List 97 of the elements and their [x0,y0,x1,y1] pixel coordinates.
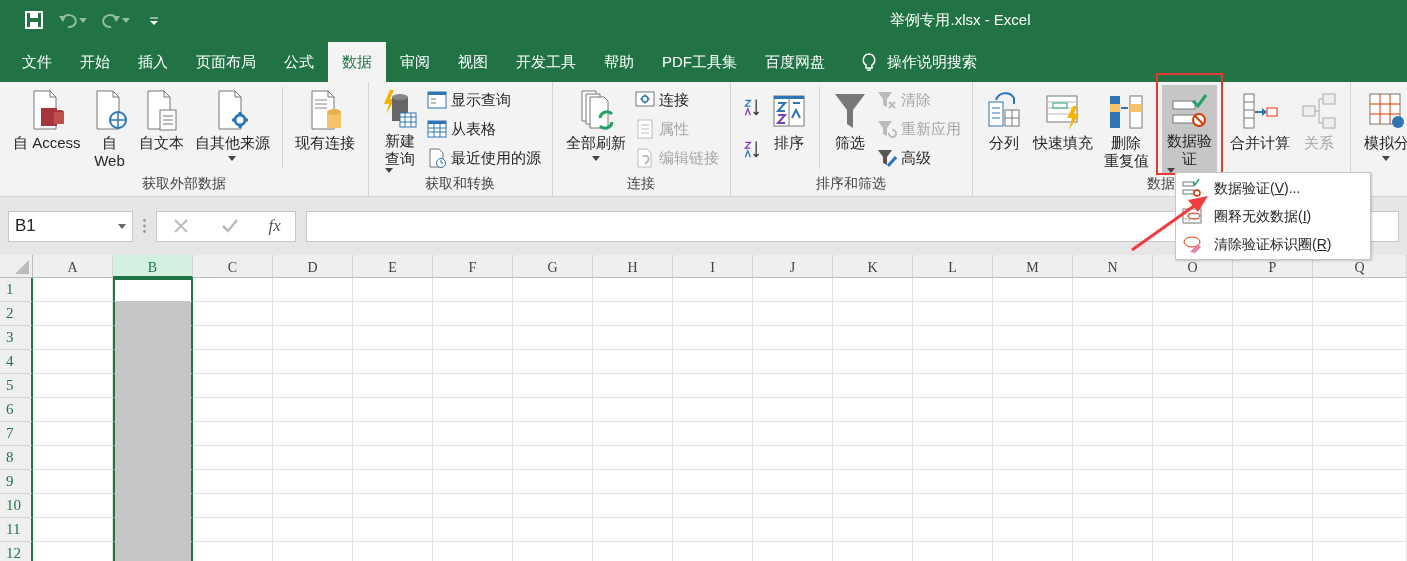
tell-me-search[interactable]: 操作说明搜索 [853,42,983,82]
ribbon-button[interactable]: 自其他来源 [189,85,275,173]
column-header[interactable]: B [113,255,193,278]
column-header[interactable]: A [33,255,113,278]
ribbon-tab[interactable]: 文件 [8,42,66,82]
ribbon-button[interactable]: 快速填充 [1027,85,1098,173]
caret-icon [1166,168,1175,173]
caret-icon [591,156,600,161]
save-icon [24,10,44,30]
ribbon-button[interactable]: 删除 重复值 [1098,85,1154,173]
row-header[interactable]: 11 [0,518,33,542]
funnel-pencil-icon [876,148,897,168]
name-box[interactable]: B1 [8,210,133,242]
caret-icon [228,156,236,161]
menu-item[interactable]: 清除验证标识圈(R) [1176,230,1370,258]
column-header[interactable]: I [673,255,753,278]
caret-icon [79,17,87,23]
grid-cell[interactable] [113,278,193,302]
column-header[interactable]: G [513,255,593,278]
caret-icon [118,223,126,229]
clock-document-icon [426,148,447,168]
ribbon-tab[interactable]: 百度网盘 [751,42,839,82]
sort-ascending-icon [741,97,762,117]
sort-descending-icon [741,139,762,159]
row-header[interactable]: 9 [0,470,33,494]
ribbon-small-button[interactable]: 最近使用的源 [423,144,544,172]
chain-document-icon [634,148,655,168]
ribbon-tab[interactable]: 插入 [124,42,182,82]
column-header[interactable]: L [913,255,993,278]
column-header[interactable]: J [753,255,833,278]
column-header[interactable]: C [193,255,273,278]
ribbon-small-button[interactable]: 显示查询 [423,86,544,114]
ribbon-button[interactable]: 自文本 [133,85,189,173]
funnel-refresh-icon [876,119,897,139]
ribbon-tab[interactable]: 帮助 [590,42,648,82]
menu-item[interactable]: 数据验证(V)... [1176,174,1370,202]
query-pane-icon [426,90,447,110]
grip-icon [143,219,146,233]
column-header[interactable]: N [1073,255,1153,278]
ribbon-button[interactable]: 筛选 [826,85,873,173]
ribbon-button[interactable]: 合并计算 [1224,85,1295,173]
ribbon-tab[interactable]: 数据 [328,42,386,82]
row-header[interactable]: 12 [0,542,33,561]
lightning-database-icon [381,87,418,131]
ribbon-button[interactable]: 现有连接 [289,85,360,173]
ribbon-tab[interactable]: 开发工具 [502,42,590,82]
ribbon-tab[interactable]: PDF工具集 [648,42,751,82]
ribbon-button[interactable]: 排序 [765,85,812,173]
eraser-circle-icon [1182,234,1202,254]
funnel-clear-icon [876,90,897,110]
ribbon-tab[interactable]: 审阅 [386,42,444,82]
row-header[interactable]: 1 [0,278,33,302]
caret-icon [384,168,393,173]
ribbon-button[interactable]: 自 Access [8,85,86,173]
ribbon-button[interactable]: 全部刷新 [560,85,631,173]
group-label: 连接 [627,175,655,191]
column-header[interactable]: K [833,255,913,278]
row-header[interactable]: 10 [0,494,33,518]
validation-check-icon [1182,178,1202,198]
list-icon [634,119,655,139]
ribbon-button[interactable]: 自 Web [86,85,133,173]
window-title: 举例专用.xlsx - Excel [890,10,1031,28]
column-header[interactable]: H [593,255,673,278]
ribbon-button[interactable]: 新建 查询 [376,85,423,173]
row-header[interactable]: 6 [0,398,33,422]
save-button[interactable] [22,10,46,30]
group-label: 排序和筛选 [816,175,886,191]
row-header[interactable]: 2 [0,302,33,326]
ribbon-small-button[interactable]: 连接 [631,86,722,114]
row-header[interactable]: 8 [0,446,33,470]
row-header[interactable]: 7 [0,422,33,446]
ribbon-button[interactable]: 数据验 证 [1161,85,1217,173]
ribbon-small-button[interactable]: 高级 [873,144,964,172]
insert-function-button[interactable]: fx [264,213,285,239]
ribbon-tab[interactable]: 开始 [66,42,124,82]
row-header[interactable]: 3 [0,326,33,350]
group-label: 获取和转换 [425,175,495,191]
column-header[interactable]: D [273,255,353,278]
connection-icon [634,90,655,110]
group-label: 获取外部数据 [141,175,226,191]
grid-cell[interactable] [113,302,193,326]
column-header[interactable]: M [993,255,1073,278]
caret-icon [1382,156,1390,161]
grid-cell[interactable] [113,542,193,561]
column-header[interactable]: F [433,255,513,278]
row-header[interactable]: 5 [0,374,33,398]
ribbon-tab[interactable]: 视图 [444,42,502,82]
column-header[interactable]: E [353,255,433,278]
select-all-icon [15,260,29,274]
ribbon-small-button[interactable]: 从表格 [423,115,544,143]
row-header[interactable]: 4 [0,350,33,374]
ribbon-tab[interactable]: 公式 [270,42,328,82]
group-label: 数据 [1147,175,1175,191]
table-icon [426,119,447,139]
ribbon-button[interactable]: 分列 [980,85,1027,173]
caret-icon [122,17,130,23]
ribbon-tab[interactable]: 页面布局 [182,42,270,82]
